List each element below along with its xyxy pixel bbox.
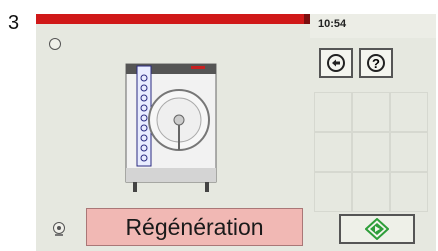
lock-icon[interactable] <box>52 221 66 237</box>
status-bar-red <box>36 14 304 24</box>
back-button[interactable] <box>319 48 353 78</box>
gear-icon[interactable] <box>49 38 61 50</box>
green-diamond-start-icon <box>365 218 389 240</box>
help-button[interactable]: ? <box>359 48 393 78</box>
step-number: 3 <box>8 12 20 34</box>
grid-cell <box>314 92 352 132</box>
arrow-left-glyph <box>332 59 340 67</box>
grid-cell <box>352 172 390 212</box>
grid-cell <box>352 132 390 172</box>
oven-illustration-icon <box>125 63 217 192</box>
regeneration-button[interactable]: Régénération <box>86 208 303 246</box>
device-screen: 10:54 ? Régénération <box>36 14 436 251</box>
start-button[interactable] <box>339 214 415 244</box>
grid-cell <box>390 92 428 132</box>
grid-cell <box>314 132 352 172</box>
grid-cell <box>390 172 428 212</box>
grid-cell <box>352 92 390 132</box>
regeneration-label: Régénération <box>125 213 264 240</box>
grid-cell <box>390 132 428 172</box>
help-glyph: ? <box>372 55 380 71</box>
circle-question-icon: ? <box>367 54 385 72</box>
clock: 10:54 <box>318 18 347 30</box>
circle-arrow-left-icon <box>327 54 345 72</box>
grid-cell <box>314 172 352 212</box>
